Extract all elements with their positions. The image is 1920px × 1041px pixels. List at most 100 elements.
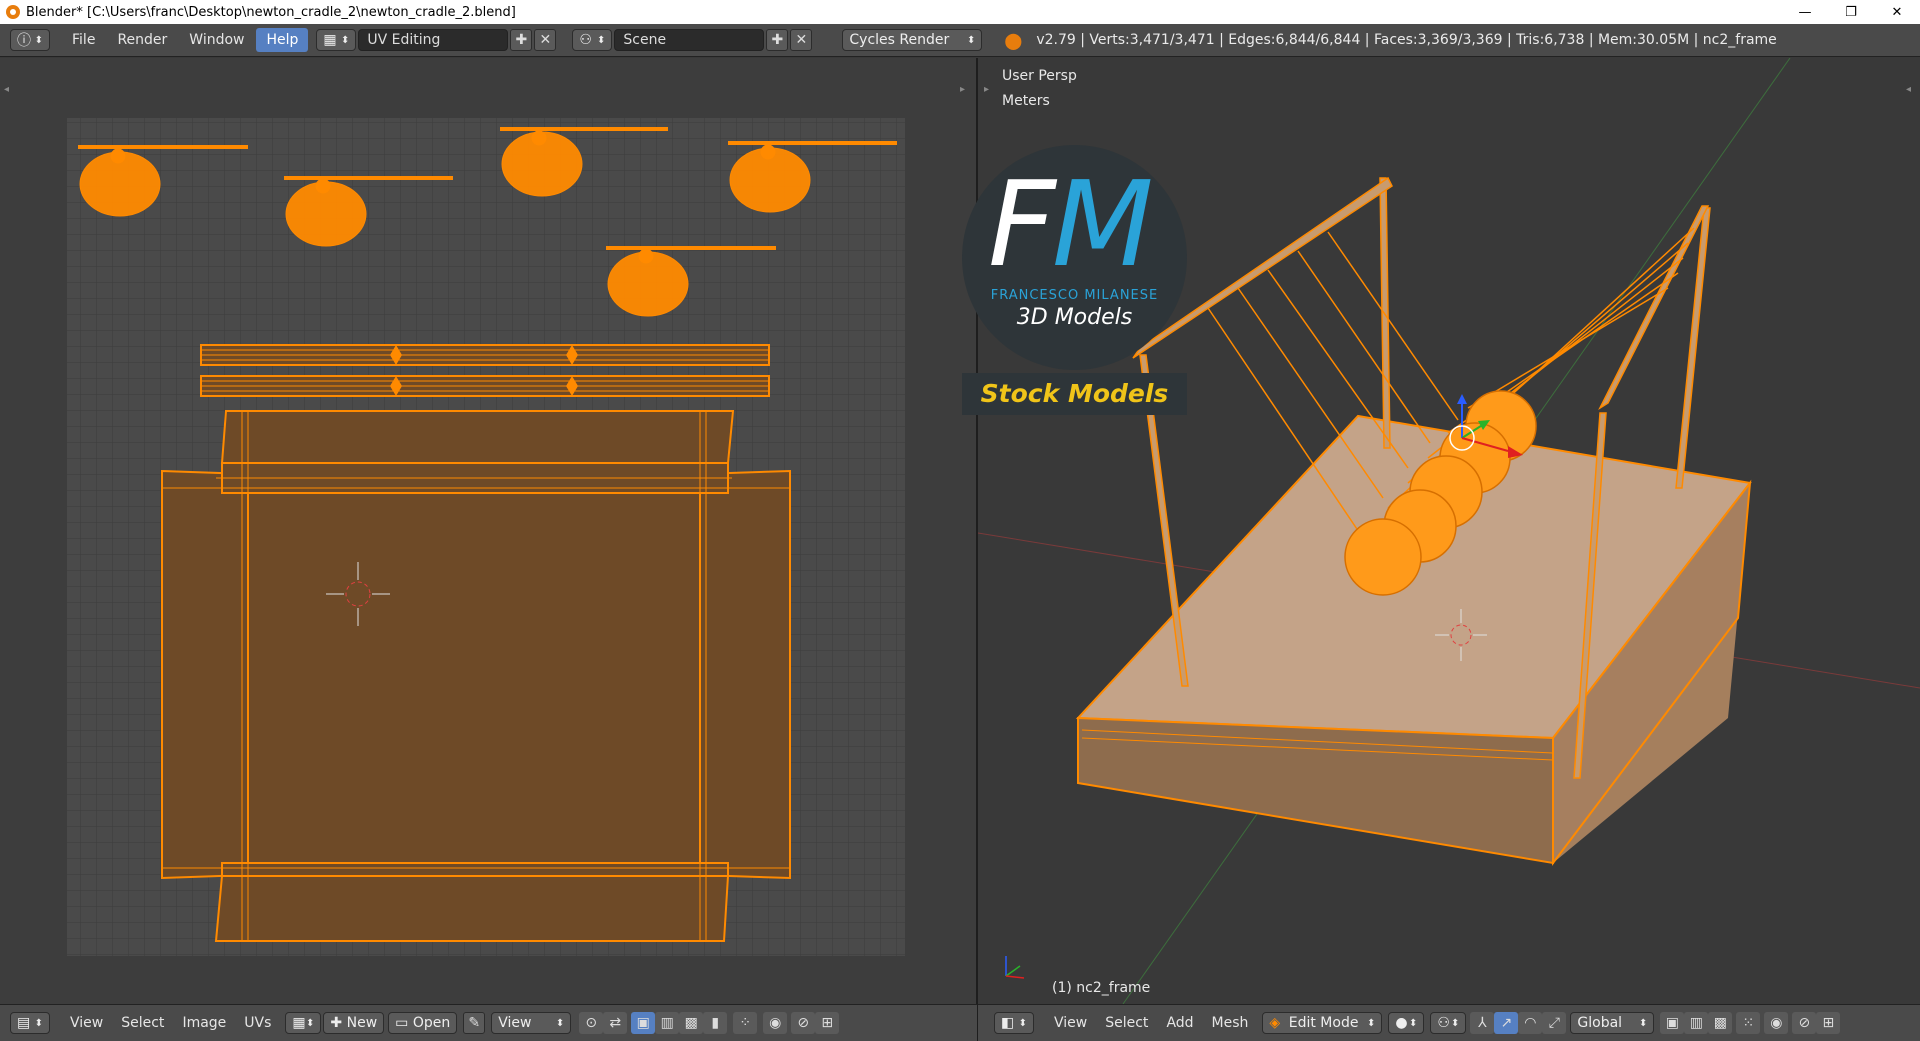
shading-dropdown[interactable]: ● ⬍ (1388, 1012, 1425, 1034)
editor-type-button[interactable]: ◧ ⬍ (994, 1012, 1034, 1034)
view-mode-label: View (498, 1015, 532, 1031)
view-name-label: User Persp (1002, 68, 1077, 84)
info-icon: ⓘ (17, 33, 31, 49)
screen-layout-selector[interactable]: ▦ ⬍ (316, 29, 357, 51)
updown-arrows-icon: ⬍ (1367, 1017, 1376, 1029)
region-toggle-icon[interactable]: ▸ (960, 84, 965, 95)
edit-mode-icon: ◈ (1269, 1015, 1281, 1031)
scale-icon[interactable]: ⤢ (1542, 1012, 1567, 1034)
new-image-button[interactable]: ✚ New (323, 1012, 385, 1034)
remove-layout-button[interactable]: ✕ (534, 29, 557, 51)
add-layout-button[interactable]: ✚ (510, 29, 533, 51)
region-toggle-icon[interactable]: ◂ (4, 84, 9, 95)
updown-arrows-icon: ⬍ (1409, 1017, 1418, 1029)
updown-arrows-icon: ⬍ (34, 34, 43, 46)
region-toggle-icon[interactable]: ◂ (1906, 84, 1911, 95)
face-select-icon[interactable]: ▩ (1708, 1012, 1733, 1034)
minimize-button[interactable]: — (1782, 0, 1828, 24)
remove-scene-button[interactable]: ✕ (790, 29, 813, 51)
editor-type-button[interactable]: ⓘ ⬍ (10, 29, 50, 51)
menu-view[interactable]: View (62, 1011, 111, 1035)
image-browse-button[interactable]: ▦ ⬍ (285, 1012, 322, 1034)
folder-icon: ▭ (395, 1015, 413, 1031)
window-titlebar: Blender* [C:\Users\franc\Desktop\newton_… (0, 0, 1920, 24)
orientation-dropdown[interactable]: Global ⬍ (1570, 1012, 1655, 1034)
watermark-monogram: FM (988, 155, 1154, 293)
editor-type-button[interactable]: ▤ ⬍ (10, 1012, 50, 1034)
menu-image[interactable]: Image (174, 1011, 234, 1035)
watermark-subtitle: 3D Models (1016, 305, 1133, 330)
mode-dropdown[interactable]: ◈ Edit Mode ⬍ (1262, 1012, 1383, 1034)
menu-select[interactable]: Select (1097, 1011, 1156, 1035)
menu-add[interactable]: Add (1158, 1011, 1201, 1035)
updown-arrows-icon: ⬍ (1639, 1017, 1648, 1029)
updown-arrows-icon: ⬍ (341, 34, 350, 46)
menu-window[interactable]: Window (179, 28, 254, 52)
pivot-dropdown[interactable]: ⚇ ⬍ (1430, 1012, 1467, 1034)
island-select-icon[interactable]: ▮ (703, 1012, 728, 1034)
screen-layout-field[interactable]: UV Editing (358, 29, 509, 51)
render-engine-dropdown[interactable]: Cycles Render ⬍ (842, 29, 983, 51)
updown-arrows-icon: ⬍ (597, 34, 606, 46)
close-button[interactable]: ✕ (1874, 0, 1920, 24)
open-image-button[interactable]: ▭ Open (388, 1012, 458, 1034)
vertex-select-icon[interactable]: ▣ (631, 1012, 656, 1034)
orientation-label: Global (1577, 1015, 1623, 1031)
blender-logo-icon: ⬤ (1004, 30, 1023, 50)
rotate-icon[interactable]: ◠ (1518, 1012, 1543, 1034)
menu-render[interactable]: Render (107, 28, 177, 52)
snap-icon[interactable]: ⊘ (1792, 1012, 1817, 1034)
pin-button[interactable]: ✎ (463, 1012, 486, 1034)
menu-select[interactable]: Select (113, 1011, 172, 1035)
pivot-icon[interactable]: ⊙ (579, 1012, 604, 1034)
manipulator-icon[interactable]: ⅄ (1470, 1012, 1495, 1034)
snap-element-icon[interactable]: ⊞ (1816, 1012, 1841, 1034)
solid-shading-icon: ● (1395, 1015, 1408, 1031)
proportional-edit-icon[interactable]: ◉ (1764, 1012, 1789, 1034)
view-mode-dropdown[interactable]: View ⬍ (491, 1012, 572, 1034)
layout-icon: ▦ (323, 32, 337, 48)
menu-uvs[interactable]: UVs (236, 1011, 279, 1035)
menu-file[interactable]: File (62, 28, 105, 52)
plus-icon: ✚ (330, 1015, 347, 1031)
region-toggle-icon[interactable]: ▸ (984, 84, 989, 95)
maximize-button[interactable]: ❐ (1828, 0, 1874, 24)
updown-arrows-icon: ⬍ (306, 1017, 315, 1029)
uv-island-base[interactable] (161, 410, 791, 942)
scene-selector[interactable]: ⚇ ⬍ (572, 29, 613, 51)
scene-field[interactable]: Scene (614, 29, 765, 51)
occlude-geometry-icon[interactable]: ⁙ (1736, 1012, 1761, 1034)
3d-view-icon: ◧ (1001, 1015, 1015, 1031)
active-object-label: (1) nc2_frame (1052, 980, 1151, 996)
mini-axis-gizmo (1005, 956, 1025, 979)
sticky-selection-icon[interactable]: ⁘ (733, 1012, 758, 1034)
watermark-banner: Stock Models (962, 373, 1187, 415)
sync-selection-icon[interactable]: ⇄ (603, 1012, 628, 1034)
vertex-select-icon[interactable]: ▣ (1660, 1012, 1685, 1034)
snap-icon[interactable]: ⊘ (791, 1012, 816, 1034)
snap-element-icon[interactable]: ⊞ (815, 1012, 840, 1034)
uv-image-editor[interactable]: ◂ ▸ (0, 58, 977, 1004)
edge-select-icon[interactable]: ▥ (655, 1012, 680, 1034)
edge-select-icon[interactable]: ▥ (1684, 1012, 1709, 1034)
scene-icon: ⚇ (579, 32, 592, 48)
uv-canvas[interactable]: ◂ ▸ (0, 58, 977, 1004)
translate-icon[interactable]: ↗ (1494, 1012, 1519, 1034)
updown-arrows-icon: ⬍ (1018, 1017, 1027, 1029)
close-icon: ✕ (795, 32, 808, 48)
units-label: Meters (1002, 93, 1050, 109)
face-select-icon[interactable]: ▩ (679, 1012, 704, 1034)
image-editor-icon: ▤ (17, 1015, 31, 1031)
watermark-name: FRANCESCO MILANESE (990, 288, 1159, 303)
window-title: Blender* [C:\Users\franc\Desktop\newton_… (26, 4, 516, 20)
add-scene-button[interactable]: ✚ (766, 29, 789, 51)
viewport-header: ◧ ⬍ View Select Add Mesh ◈ Edit Mode ⬍ ● ⬍ ⚇… (978, 1004, 1920, 1041)
menu-view[interactable]: View (1046, 1011, 1095, 1035)
close-icon: ✕ (539, 32, 552, 48)
proportional-edit-icon[interactable]: ◉ (763, 1012, 788, 1034)
blender-logo-icon (6, 5, 20, 19)
menu-help[interactable]: Help (256, 28, 309, 52)
pivot-icon: ⚇ (1437, 1015, 1450, 1031)
image-icon: ▦ (292, 1015, 306, 1031)
menu-mesh[interactable]: Mesh (1204, 1011, 1257, 1035)
